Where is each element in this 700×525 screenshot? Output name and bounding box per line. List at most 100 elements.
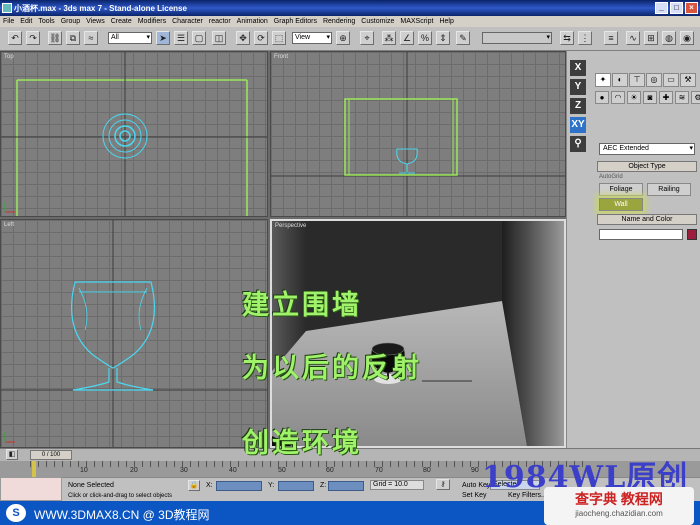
axis-y-button[interactable]: Y (570, 79, 586, 95)
manipulate-icon[interactable]: ⌖ (360, 31, 374, 45)
systems-icon[interactable]: ⚙ (691, 91, 700, 104)
reference-coordinate-dropdown[interactable]: View (292, 32, 332, 44)
minimize-icon[interactable]: _ (655, 2, 668, 14)
site-url: jiaocheng.chazidian.com (575, 509, 663, 518)
menu-character[interactable]: Character (172, 18, 203, 25)
object-category-dropdown[interactable]: AEC Extended (599, 143, 695, 155)
display-tab-icon[interactable]: ▭ (663, 73, 679, 87)
material-editor-icon[interactable]: ◍ (662, 31, 676, 45)
select-object-icon[interactable]: ➤ (156, 31, 170, 45)
pivot-center-icon[interactable]: ⊕ (336, 31, 350, 45)
command-panel: X Y Z XY ⚲ ✦ ◐ ⊤ ◎ ▭ ⚒ ● ◠ ☀ ◙ ✚ ≋ ⚙ AEC… (566, 51, 700, 448)
align-icon[interactable]: ⋮ (578, 31, 592, 45)
link-icon[interactable]: ⛓ (48, 31, 62, 45)
hierarchy-tab-icon[interactable]: ⊤ (629, 73, 645, 87)
title-bar: 小酒杯.max - 3ds max 7 - Stand-alone Licens… (0, 0, 700, 16)
select-by-name-icon[interactable]: ☰ (174, 31, 188, 45)
undo-icon[interactable]: ↶ (8, 31, 22, 45)
curve-editor-icon[interactable]: ∿ (626, 31, 640, 45)
schematic-view-icon[interactable]: ⊞ (644, 31, 658, 45)
axis-constraints: X Y Z XY ⚲ (567, 57, 589, 155)
autogrid-checkbox[interactable]: AutoGrid (599, 174, 623, 180)
snaps-toggle-icon[interactable]: ⁂ (382, 31, 396, 45)
menu-customize[interactable]: Customize (361, 18, 394, 25)
menu-tools[interactable]: Tools (38, 18, 54, 25)
menu-animation[interactable]: Animation (237, 18, 268, 25)
tutorial-caption-1: 建立围墙 (242, 290, 362, 321)
viewport-top[interactable]: Top (0, 51, 268, 217)
menu-modifiers[interactable]: Modifiers (138, 18, 166, 25)
mirror-icon[interactable]: ⇆ (560, 31, 574, 45)
maxscript-listener[interactable] (0, 477, 62, 501)
window-crossing-icon[interactable]: ◫ (212, 31, 226, 45)
close-icon[interactable]: × (685, 2, 698, 14)
menu-reactor[interactable]: reactor (209, 18, 231, 25)
time-slider[interactable]: 0 / 100 (30, 450, 72, 460)
select-region-icon[interactable]: ▢ (192, 31, 206, 45)
footer-text: WWW.3DMAX8.CN @ 3D教程网 (34, 508, 210, 522)
named-selection-icon[interactable]: ✎ (456, 31, 470, 45)
axis-x-button[interactable]: X (570, 60, 586, 76)
menu-rendering[interactable]: Rendering (323, 18, 355, 25)
create-tab-icon[interactable]: ✦ (595, 73, 611, 87)
axis-z-button[interactable]: Z (570, 98, 586, 114)
menu-edit[interactable]: Edit (20, 18, 32, 25)
spinner-snap-icon[interactable]: ⇕ (436, 31, 450, 45)
shapes-icon[interactable]: ◠ (611, 91, 625, 104)
object-type-rollout[interactable]: Object Type (597, 161, 697, 172)
menu-group[interactable]: Group (61, 18, 80, 25)
command-panel-tabs: ✦ ◐ ⊤ ◎ ▭ ⚒ (595, 73, 696, 87)
wall-button[interactable]: Wall (599, 198, 643, 211)
menu-create[interactable]: Create (111, 18, 132, 25)
lights-icon[interactable]: ☀ (627, 91, 641, 104)
viewport-left[interactable]: Left (0, 219, 268, 448)
selection-filter-dropdown[interactable]: All (108, 32, 152, 44)
cameras-icon[interactable]: ◙ (643, 91, 657, 104)
maximize-icon[interactable]: □ (670, 2, 683, 14)
name-and-color-rollout[interactable]: Name and Color (597, 214, 697, 225)
axis-xy-button[interactable]: XY (570, 117, 586, 133)
render-scene-icon[interactable]: ◉ (680, 31, 694, 45)
viewport-perspective[interactable]: Perspective (270, 219, 566, 448)
object-color-swatch[interactable] (687, 229, 697, 240)
utilities-tab-icon[interactable]: ⚒ (680, 73, 696, 87)
viewport-label: Top (4, 54, 14, 60)
redo-icon[interactable]: ↷ (26, 31, 40, 45)
object-name-input[interactable] (599, 229, 683, 240)
lock-selection-icon[interactable]: 🔒 (188, 480, 200, 491)
bind-spacewarp-icon[interactable]: ≈ (84, 31, 98, 45)
menu-help[interactable]: Help (439, 18, 453, 25)
menu-graph-editors[interactable]: Graph Editors (274, 18, 317, 25)
y-coordinate-input[interactable] (278, 481, 314, 491)
key-icon[interactable]: ⚷ (436, 479, 450, 490)
x-coordinate-input[interactable] (216, 481, 262, 491)
select-rotate-icon[interactable]: ⟳ (254, 31, 268, 45)
menu-views[interactable]: Views (86, 18, 105, 25)
railing-button[interactable]: Railing (647, 183, 691, 196)
named-selection-set-dropdown[interactable] (482, 32, 552, 44)
tick-label: 60 (326, 467, 334, 474)
viewport-front[interactable]: Front (270, 51, 566, 217)
foliage-button[interactable]: Foliage (599, 183, 643, 196)
spacewarps-icon[interactable]: ≋ (675, 91, 689, 104)
tick-label: 70 (375, 467, 383, 474)
select-move-icon[interactable]: ✥ (236, 31, 250, 45)
helpers-icon[interactable]: ✚ (659, 91, 673, 104)
select-scale-icon[interactable]: ⬚ (272, 31, 286, 45)
z-coordinate-input[interactable] (328, 481, 364, 491)
logo-icon: S (6, 504, 26, 522)
angle-snap-icon[interactable]: ∠ (400, 31, 414, 45)
modify-tab-icon[interactable]: ◐ (612, 73, 628, 87)
motion-tab-icon[interactable]: ◎ (646, 73, 662, 87)
menu-maxscript[interactable]: MAXScript (400, 18, 433, 25)
unlink-icon[interactable]: ⧉ (66, 31, 80, 45)
grid-size-display: Grid = 10.0 (370, 480, 424, 490)
prompt-line: Click or click-and-drag to select object… (68, 493, 173, 499)
geometry-icon[interactable]: ● (595, 91, 609, 104)
menu-file[interactable]: File (3, 18, 14, 25)
percent-snap-icon[interactable]: % (418, 31, 432, 45)
slider-menu-icon[interactable]: ◧ (6, 449, 18, 460)
snap-icon[interactable]: ⚲ (570, 136, 586, 152)
current-frame-marker[interactable] (32, 461, 36, 477)
layer-manager-icon[interactable]: ≡ (604, 31, 618, 45)
